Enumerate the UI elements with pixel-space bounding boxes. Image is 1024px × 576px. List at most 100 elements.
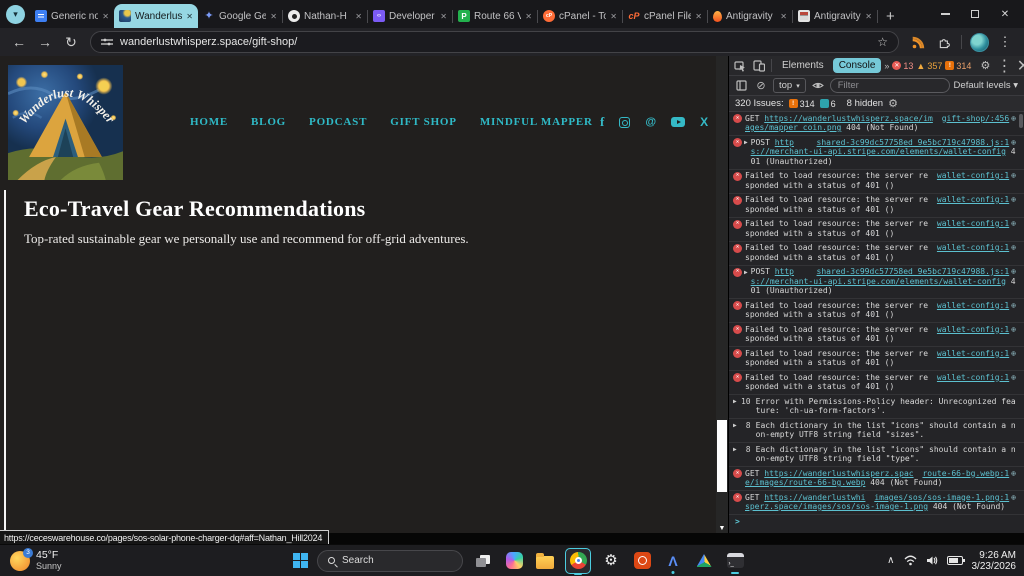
url-text[interactable]: wanderlustwhisperz.space/gift-shop/: [120, 36, 870, 48]
scroll-down-arrow[interactable]: ▼: [716, 525, 728, 532]
browser-menu-icon[interactable]: ⋮: [994, 34, 1016, 50]
settings-button[interactable]: ⚙: [600, 550, 622, 572]
terminal-button[interactable]: ›_: [724, 550, 746, 572]
console-source-link[interactable]: images/sos/sos-image-1.png:1: [874, 493, 1009, 502]
issues-badge-orange[interactable]: !314: [789, 99, 815, 109]
file-explorer-button[interactable]: [534, 550, 556, 572]
console-source-link[interactable]: shared-3c99dc57758ed_9e5bc719c47988.js:1: [817, 267, 1010, 276]
expand-icon[interactable]: ▶: [744, 138, 748, 147]
expand-icon[interactable]: ▶: [733, 397, 737, 406]
site-logo[interactable]: Wanderlust Whisperz: [8, 62, 123, 183]
tab-close-icon[interactable]: ✕: [186, 12, 193, 21]
youtube-icon[interactable]: [671, 117, 685, 127]
issue-link-icon[interactable]: ⊕: [1011, 373, 1016, 382]
inspect-element-icon[interactable]: [732, 60, 748, 72]
tray-expand-icon[interactable]: ∧: [887, 555, 894, 566]
issue-link-icon[interactable]: ⊕: [1011, 469, 1016, 478]
console-source-link[interactable]: wallet-config:1: [937, 349, 1009, 358]
tab-close-icon[interactable]: ✕: [270, 12, 277, 21]
site-settings-icon[interactable]: [101, 37, 113, 47]
scrollbar-thumb[interactable]: [717, 420, 727, 492]
console-source-link[interactable]: wallet-config:1: [937, 301, 1009, 310]
issues-settings-icon[interactable]: ⚙: [888, 97, 898, 110]
default-levels-dropdown[interactable]: Default levels ▾: [954, 80, 1020, 91]
tab-generic-note[interactable]: Generic no ✕: [30, 4, 114, 28]
issue-link-icon[interactable]: ⊕: [1011, 325, 1016, 334]
volume-icon[interactable]: [926, 555, 938, 566]
console-prompt[interactable]: >: [729, 515, 1024, 527]
console-source-link[interactable]: route-66-bg.webp:1: [922, 469, 1009, 478]
tab-close-icon[interactable]: ✕: [355, 12, 362, 21]
x-twitter-icon[interactable]: X: [700, 115, 708, 129]
console-source-link[interactable]: wallet-config:1: [937, 373, 1009, 382]
copilot-button[interactable]: [503, 550, 525, 572]
issue-link-icon[interactable]: ⊕: [1011, 171, 1016, 180]
tab-close-icon[interactable]: ✕: [865, 12, 872, 21]
issue-link-icon[interactable]: ⊕: [1011, 219, 1016, 228]
issue-link-icon[interactable]: ⊕: [1011, 493, 1016, 502]
maximize-button[interactable]: [960, 0, 990, 28]
expand-icon[interactable]: ▶: [733, 421, 737, 430]
tab-console[interactable]: Console: [833, 58, 882, 73]
ubuntu-button[interactable]: [631, 550, 653, 572]
issue-link-icon[interactable]: ⊕: [1011, 349, 1016, 358]
console-sidebar-icon[interactable]: [733, 80, 749, 91]
console-source-link[interactable]: gift-shop/:456: [942, 114, 1009, 123]
console-source-link[interactable]: wallet-config:1: [937, 219, 1009, 228]
instagram-icon[interactable]: [619, 117, 630, 128]
context-selector[interactable]: top▾: [773, 78, 806, 93]
issue-link-icon[interactable]: ⊕: [1011, 301, 1016, 310]
address-bar[interactable]: wanderlustwhisperz.space/gift-shop/ ☆: [90, 31, 899, 53]
devtools-menu-icon[interactable]: ⋮: [996, 56, 1012, 76]
tab-close-icon[interactable]: ✕: [440, 12, 447, 21]
nav-podcast[interactable]: PODCAST: [309, 116, 367, 128]
error-count-badge[interactable]: ✕13: [892, 61, 913, 71]
close-window-button[interactable]: ✕: [990, 0, 1020, 28]
threads-icon[interactable]: @: [645, 116, 656, 128]
device-toolbar-icon[interactable]: [751, 60, 767, 72]
chrome-taskbar-button[interactable]: [565, 548, 591, 574]
expand-icon[interactable]: ▶: [733, 445, 737, 454]
issue-link-icon[interactable]: ⊕: [1011, 138, 1016, 147]
tab-cpanel-tools[interactable]: cP cPanel - To ✕: [538, 4, 622, 28]
tab-close-icon[interactable]: ✕: [695, 12, 702, 21]
minimize-button[interactable]: [930, 0, 960, 28]
nav-home[interactable]: HOME: [190, 116, 228, 128]
devtools-settings-icon[interactable]: ⚙: [977, 59, 993, 72]
issue-link-icon[interactable]: ⊕: [1011, 267, 1016, 276]
wifi-icon[interactable]: [904, 555, 917, 566]
task-view-button[interactable]: [472, 550, 494, 572]
tab-close-icon[interactable]: ✕: [610, 12, 617, 21]
tab-elements[interactable]: Elements: [776, 58, 830, 73]
nav-blog[interactable]: BLOG: [251, 116, 286, 128]
facebook-icon[interactable]: f: [600, 114, 604, 130]
devtools-scrollbar-thumb[interactable]: [1019, 114, 1023, 128]
page-scrollbar[interactable]: ▼: [716, 56, 728, 533]
tab-close-icon[interactable]: ✕: [525, 12, 532, 21]
reload-button[interactable]: ↻: [60, 35, 82, 49]
antigravity-app-button[interactable]: Λ: [662, 550, 684, 572]
extensions-puzzle-icon[interactable]: [933, 36, 955, 49]
filter-input[interactable]: [830, 78, 950, 93]
expand-icon[interactable]: ▶: [744, 268, 748, 277]
clear-console-icon[interactable]: ⊘: [753, 79, 769, 92]
issues-badge-teal[interactable]: 6: [820, 99, 836, 109]
warning-count-badge[interactable]: ▲357: [916, 61, 942, 71]
console-source-link[interactable]: wallet-config:1: [937, 171, 1009, 180]
new-tab-button[interactable]: +: [878, 8, 903, 28]
issues-count-badge[interactable]: !314: [945, 61, 971, 71]
console-source-link[interactable]: shared-3c99dc57758ed_9e5bc719c47988.js:1: [817, 138, 1010, 147]
google-drive-button[interactable]: [693, 550, 715, 572]
tab-google-gemini[interactable]: ✦ Google Ge ✕: [198, 4, 282, 28]
issue-link-icon[interactable]: ⊕: [1011, 195, 1016, 204]
tab-antigravity-1[interactable]: Antigravity ✕: [708, 4, 792, 28]
nav-gift-shop[interactable]: GIFT SHOP: [390, 116, 457, 128]
battery-icon[interactable]: [947, 556, 963, 565]
devtools-close-icon[interactable]: ✕: [1015, 56, 1024, 76]
weather-widget[interactable]: 3 45°F Sunny: [10, 550, 62, 572]
start-button[interactable]: [293, 553, 308, 568]
tab-wanderlust-active[interactable]: Wanderlus ✕: [114, 4, 198, 28]
tab-search-button[interactable]: ▾: [6, 5, 25, 24]
taskbar-clock[interactable]: 9:26 AM 3/23/2026: [972, 550, 1017, 572]
tab-github[interactable]: Nathan-H ✕: [283, 4, 367, 28]
